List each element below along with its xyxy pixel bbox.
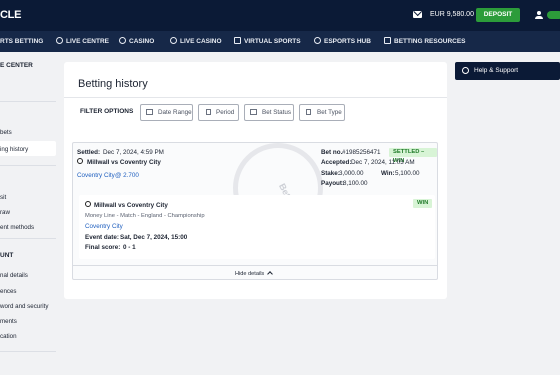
help-support-button[interactable]: Help & Support [455,62,560,80]
hide-details-label: Hide details [235,271,265,277]
settled-value: Dec 7, 2024, 4:59 PM [103,149,164,156]
sidebar-item-preferences[interactable]: ences [0,288,17,295]
sidebar-item-withdraw[interactable]: raw [0,209,10,216]
divider [64,97,447,98]
divider [0,238,56,239]
period-filter-button[interactable]: Period [198,104,239,121]
sidebar-item-personal-details[interactable]: nal details [0,272,28,279]
nav-item-live-centre[interactable]: LIVE CENTRE [56,31,109,52]
leg-market: Money Line - Match - England - Champions… [85,213,205,219]
sidebar-item-payments[interactable]: ments [0,318,17,325]
sidebar-item-label: ing history [0,146,29,153]
final-score-label: Final score: [85,244,121,251]
final-score-value: 0 - 1 [123,244,136,251]
leg-result-badge: WIN [413,199,433,208]
sidebar: E CENTER bets ing history sit raw ent me… [0,52,58,375]
help-support-label: Help & Support [474,67,519,74]
nav-label: LIVE CENTRE [66,38,109,45]
top-bar: CLE EUR 9,580.00 DEPOSIT [0,0,560,31]
divider [0,101,56,102]
bet-type-filter-button[interactable]: Bet Type [299,104,345,121]
status-icon [250,109,257,115]
nav-item-sports-betting[interactable]: RTS BETTING [0,31,43,52]
payout-label: Payout: [321,180,345,187]
nav-item-virtual-sports[interactable]: VIRTUAL SPORTS [234,31,301,52]
settled-label: Settled: [77,149,101,156]
betting-history-card: Betting history FILTER OPTIONS Date Rang… [64,62,447,299]
leg-match-name: Millwall vs Coventry City [94,202,168,209]
stake-label: Stake: [321,170,340,177]
accepted-label: Accepted: [321,159,352,166]
win-value: 5,100.00 [395,170,420,177]
divider [73,265,437,266]
site-logo[interactable]: CLE [0,9,21,21]
sidebar-item-verification[interactable]: cation [0,333,17,340]
accepted-value: Dec 7, 2024, 11:03 AM [351,159,415,166]
virtual-sports-icon [234,37,241,44]
hide-details-toggle[interactable]: Hide details [235,271,274,277]
sidebar-item-deposit[interactable]: sit [0,194,6,201]
leg-selection: Coventry City [85,223,123,230]
sidebar-item-password-security[interactable]: word and security [0,303,49,310]
mail-icon[interactable] [413,11,422,18]
nav-item-live-casino[interactable]: LIVE CASINO [170,31,222,52]
user-icon[interactable] [535,11,543,19]
status-badge: SETTLED – WIN [389,148,437,164]
bet-status-filter-button[interactable]: Bet Status [244,104,294,121]
calendar-icon [146,109,153,115]
bet-number-label: Bet no. [321,149,343,156]
win-label: Win: [381,170,395,177]
nav-label: BETTING RESOURCES [394,38,466,45]
nav-label: ESPORTS HUB [324,38,371,45]
chevron-up-icon [267,271,274,277]
sidebar-section-title: E CENTER [0,62,33,69]
document-icon [306,109,311,115]
divider [0,165,56,166]
sidebar-item-betting-history[interactable]: ing history [0,141,56,156]
match-name: Millwall vs Coventry City [87,159,161,166]
date-range-filter-button[interactable]: Date Range [140,104,193,121]
divider [0,351,56,352]
selection-name: Coventry City [77,172,115,179]
filter-label: Period [216,109,235,116]
sidebar-account-title: UNT [0,252,14,259]
esports-icon [314,37,321,44]
toggle-switch[interactable] [547,11,560,19]
nav-label: RTS BETTING [0,38,44,45]
deposit-button[interactable]: DEPOSIT [476,8,520,22]
event-date-value: Sat, Dec 7, 2024, 15:00 [120,234,188,241]
sidebar-item-payment-methods[interactable]: ent methods [0,224,34,231]
filter-label: Date Range [158,109,192,116]
resources-icon [384,37,391,44]
nav-label: LIVE CASINO [180,38,222,45]
nav-item-esports-hub[interactable]: ESPORTS HUB [314,31,371,52]
football-icon [85,201,91,207]
casino-icon [119,37,126,44]
nav-item-casino[interactable]: CASINO [119,31,154,52]
payout-value: 8,100.00 [343,180,368,187]
event-date-label: Event date: [85,234,119,241]
hourglass-icon [206,109,211,115]
bet-leg-details: Millwall vs Coventry City Money Line - M… [79,195,435,259]
stake-value: 3,000.00 [339,170,364,177]
football-icon [77,158,83,164]
selection-odds: @ 2.700 [115,172,139,179]
main-nav: RTS BETTING LIVE CENTRE CASINO LIVE CASI… [0,31,560,52]
nav-label: CASINO [129,38,155,45]
bet-slip: Betway Settled: Dec 7, 2024, 4:59 PM Mil… [72,142,438,280]
page-title: Betting history [78,78,148,90]
filter-options-label: FILTER OPTIONS [80,108,134,115]
nav-item-betting-resources[interactable]: BETTING RESOURCES [384,31,466,52]
bet-number: #1985256471 [342,149,381,156]
filter-label: Bet Status [262,109,292,116]
live-icon [56,37,63,44]
filter-label: Bet Type [317,109,342,116]
sidebar-item-bets[interactable]: bets [0,129,12,136]
account-balance: EUR 9,580.00 [430,11,474,18]
help-icon [462,67,469,74]
live-casino-icon [170,37,177,44]
nav-label: VIRTUAL SPORTS [244,38,301,45]
